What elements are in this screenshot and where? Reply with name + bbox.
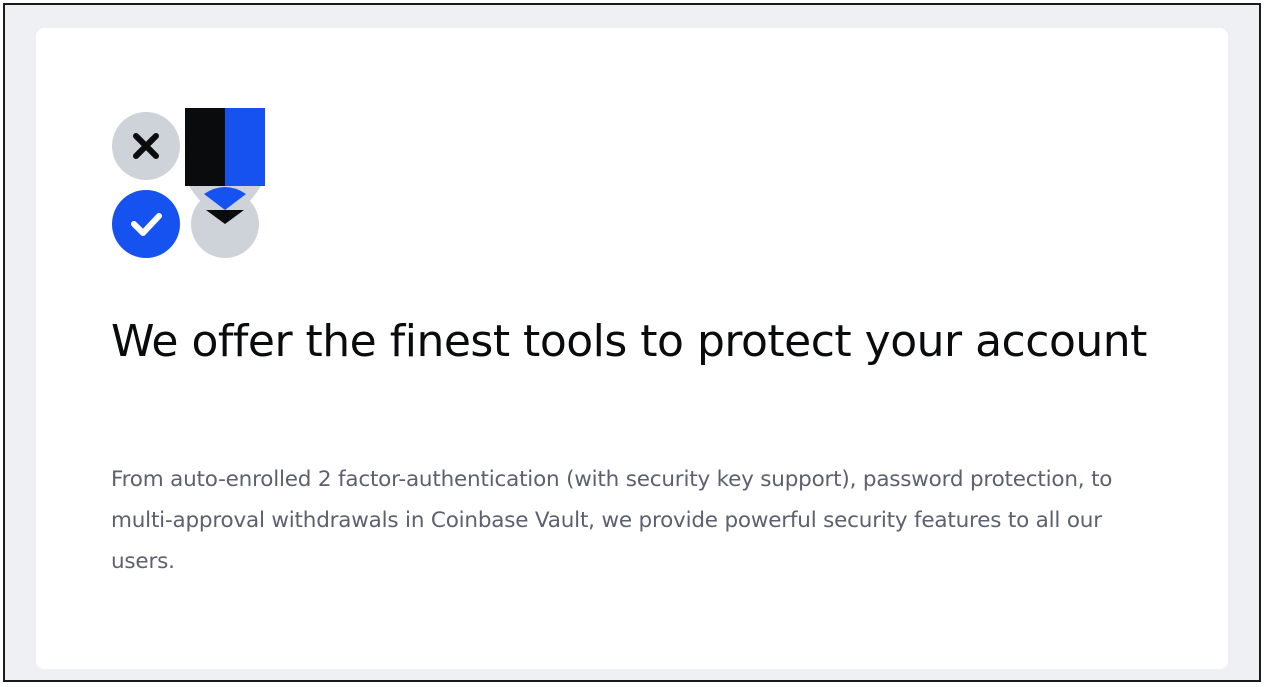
- security-feature-card: We offer the finest tools to protect you…: [36, 28, 1228, 669]
- check-icon: [112, 190, 180, 258]
- card-description: From auto-enrolled 2 factor-authenticati…: [111, 467, 1113, 574]
- card-headline: We offer the finest tools to protect you…: [111, 316, 1147, 367]
- close-icon: [112, 112, 180, 180]
- security-illustration: [111, 106, 271, 266]
- screenshot-frame: We offer the finest tools to protect you…: [3, 3, 1261, 682]
